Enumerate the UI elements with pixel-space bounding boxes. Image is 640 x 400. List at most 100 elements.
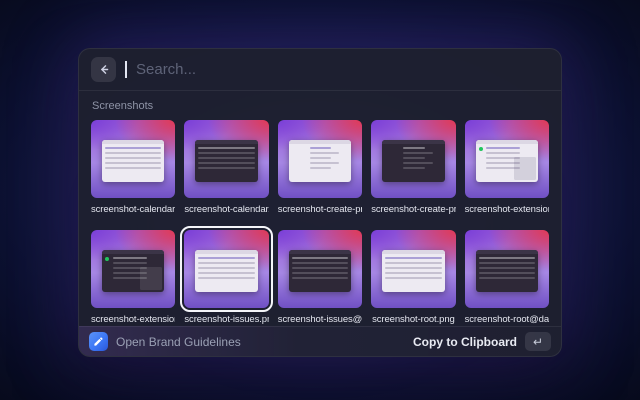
screenshot-thumbnail[interactable] xyxy=(371,230,455,308)
thumbnail-app-window xyxy=(195,140,257,182)
thumbnail-app-window xyxy=(382,140,444,182)
active-command: Open Brand Guidelines xyxy=(89,332,241,351)
thumbnail-window-row xyxy=(198,162,254,164)
brand-guidelines-pencil-icon xyxy=(89,332,108,351)
thumbnail-window-row xyxy=(403,152,432,154)
screenshot-thumbnail[interactable] xyxy=(371,120,455,198)
thumbnail-window-row xyxy=(198,147,254,149)
thumbnail-window-row xyxy=(198,262,254,264)
screenshot-thumbnail[interactable] xyxy=(278,120,362,198)
screenshot-thumbnail[interactable] xyxy=(465,120,549,198)
thumbnail-window-rows xyxy=(476,254,538,279)
thumbnail-window-rows xyxy=(382,144,444,169)
copy-to-clipboard-label: Copy to Clipboard xyxy=(413,335,517,349)
thumbnail-app-window xyxy=(289,140,351,182)
thumbnail-window-rows xyxy=(195,144,257,169)
back-button[interactable] xyxy=(91,57,116,82)
thumbnail-window-row xyxy=(486,162,520,164)
screenshot-item[interactable]: screenshot-issues@d... xyxy=(278,230,362,325)
search-bar xyxy=(79,49,561,90)
enter-key-icon: ↵ xyxy=(525,332,551,351)
screenshot-thumbnail[interactable] xyxy=(465,230,549,308)
thumbnail-window-row xyxy=(105,167,161,169)
thumbnail-app-window xyxy=(476,140,538,182)
thumbnail-window-row xyxy=(198,257,254,259)
screenshot-thumbnail[interactable] xyxy=(184,120,268,198)
screenshot-item[interactable]: screenshot-root.png xyxy=(371,230,455,325)
thumbnail-window-rows xyxy=(102,254,164,279)
screenshot-item[interactable]: screenshot-root@dar... xyxy=(465,230,549,325)
thumbnail-window-row xyxy=(292,277,348,279)
thumbnail-window-rows xyxy=(289,144,351,169)
screenshot-item[interactable]: screenshot-issues.png xyxy=(184,230,268,325)
thumbnail-window-row xyxy=(292,272,348,274)
screenshot-item[interactable]: screenshot-extension... xyxy=(465,120,549,215)
thumbnail-window-row xyxy=(385,267,441,269)
thumbnail-window-row xyxy=(198,277,254,279)
thumbnail-window-row xyxy=(310,157,331,159)
thumbnail-window-row xyxy=(198,272,254,274)
screenshots-grid: screenshot-calendar... screenshot-calend… xyxy=(91,120,549,325)
thumbnail-window-row xyxy=(292,267,348,269)
thumbnail-window-row xyxy=(198,157,254,159)
screenshot-filename: screenshot-issues@d... xyxy=(278,314,362,325)
thumbnail-window-row xyxy=(385,262,441,264)
screenshot-item[interactable]: screenshot-create-pr... xyxy=(278,120,362,215)
thumbnail-app-window xyxy=(476,250,538,292)
copy-to-clipboard-button[interactable]: Copy to Clipboard ↵ xyxy=(413,332,551,351)
thumbnail-window-row xyxy=(385,272,441,274)
screenshot-item[interactable]: screenshot-calendar... xyxy=(91,120,175,215)
thumbnail-window-row xyxy=(486,152,520,154)
thumbnail-window-row xyxy=(403,162,432,164)
thumbnail-window-row xyxy=(310,167,331,169)
screenshot-filename: screenshot-create-pr... xyxy=(278,204,362,215)
thumbnail-window-row xyxy=(113,277,147,279)
screenshot-thumbnail[interactable] xyxy=(91,230,175,308)
thumbnail-window-row xyxy=(198,167,254,169)
screenshot-filename: screenshot-extension... xyxy=(91,314,175,325)
screenshot-filename: screenshot-calendar... xyxy=(91,204,175,215)
screenshot-filename: screenshot-calendar... xyxy=(184,204,268,215)
thumbnail-window-row xyxy=(479,267,535,269)
thumbnail-window-rows xyxy=(476,144,538,169)
thumbnail-window-row xyxy=(113,257,147,259)
screenshot-item[interactable]: screenshot-extension... xyxy=(91,230,175,325)
back-arrow-icon xyxy=(97,63,110,76)
section-title: Screenshots xyxy=(92,100,548,112)
screenshot-thumbnail[interactable] xyxy=(184,230,268,308)
thumbnail-window-row xyxy=(403,157,424,159)
thumbnail-window-row xyxy=(479,277,535,279)
screenshot-thumbnail[interactable] xyxy=(278,230,362,308)
footer-command-label: Open Brand Guidelines xyxy=(116,335,241,349)
action-bar: Open Brand Guidelines Copy to Clipboard … xyxy=(79,326,561,356)
screenshot-item[interactable]: screenshot-calendar... xyxy=(184,120,268,215)
thumbnail-window-row xyxy=(403,167,424,169)
search-input[interactable] xyxy=(136,61,549,78)
thumbnail-window-row xyxy=(113,272,147,274)
results-area: Screenshots screenshot-calendar... scree… xyxy=(79,91,561,326)
screenshot-filename: screenshot-root@dar... xyxy=(465,314,549,325)
thumbnail-window-row xyxy=(292,262,348,264)
thumbnail-window-row xyxy=(310,162,339,164)
thumbnail-window-row xyxy=(113,267,147,269)
screenshot-filename: screenshot-issues.png xyxy=(184,314,268,325)
thumbnail-window-row xyxy=(486,167,520,169)
thumbnail-window-row xyxy=(479,257,535,259)
thumbnail-app-window xyxy=(382,250,444,292)
screenshot-item[interactable]: screenshot-create-pr... xyxy=(371,120,455,215)
thumbnail-window-row xyxy=(479,272,535,274)
thumbnail-app-window xyxy=(102,140,164,182)
thumbnail-window-row xyxy=(198,267,254,269)
thumbnail-window-row xyxy=(292,257,348,259)
thumbnail-window-row xyxy=(385,277,441,279)
screenshot-filename: screenshot-extension... xyxy=(465,204,549,215)
screenshot-filename: screenshot-create-pr... xyxy=(371,204,455,215)
thumbnail-window-row xyxy=(105,152,161,154)
text-cursor xyxy=(125,61,127,78)
thumbnail-window-row xyxy=(403,147,424,149)
thumbnail-window-rows xyxy=(102,144,164,169)
screenshot-thumbnail[interactable] xyxy=(91,120,175,198)
thumbnail-window-row xyxy=(105,162,161,164)
thumbnail-window-row xyxy=(113,262,147,264)
screenshot-filename: screenshot-root.png xyxy=(371,314,455,325)
